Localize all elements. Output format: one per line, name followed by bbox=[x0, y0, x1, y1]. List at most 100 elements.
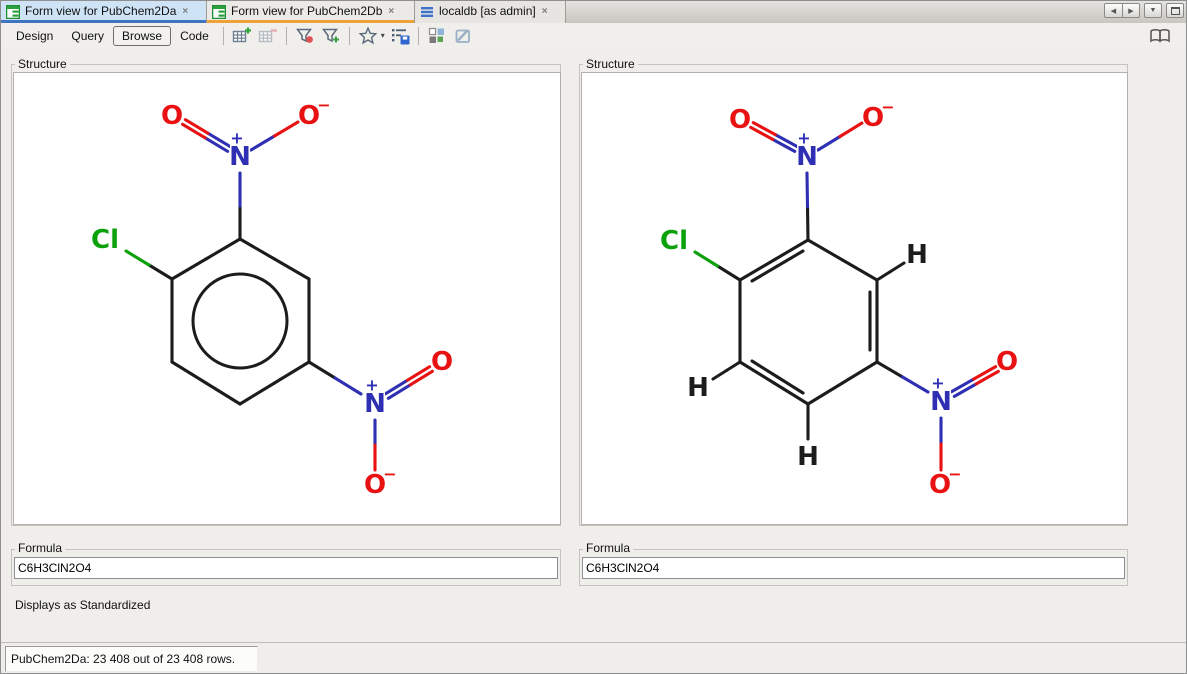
bond bbox=[240, 239, 275, 259]
favorites-dropdown-arrow[interactable]: ▾ bbox=[381, 31, 385, 40]
toolbar-separator bbox=[223, 27, 224, 45]
toolbar-separator bbox=[418, 27, 419, 45]
tab-bar: Form view for PubChem2Da × Form view for… bbox=[1, 1, 1186, 23]
atom-charge: − bbox=[881, 98, 894, 117]
favorites-star-icon[interactable] bbox=[358, 26, 378, 46]
atom-charge: + bbox=[365, 376, 378, 395]
edit-in-window-icon[interactable] bbox=[453, 26, 473, 46]
tab-close-icon[interactable]: × bbox=[542, 6, 548, 17]
open-book-icon[interactable] bbox=[1148, 27, 1172, 45]
atom-label: H bbox=[687, 373, 709, 403]
bond bbox=[877, 272, 891, 281]
tab-label: Form view for PubChem2Db bbox=[231, 4, 382, 18]
atom-charge: − bbox=[383, 465, 396, 484]
bond bbox=[818, 137, 840, 151]
bond bbox=[149, 265, 172, 279]
filter-active-icon[interactable] bbox=[295, 26, 315, 46]
bond bbox=[903, 377, 929, 392]
atom-label: Cl bbox=[660, 226, 688, 256]
bond bbox=[275, 259, 310, 279]
atom-label: Cl bbox=[91, 225, 119, 255]
bond bbox=[840, 123, 862, 137]
bond bbox=[126, 251, 149, 265]
maximize-panel-button[interactable] bbox=[1166, 3, 1184, 18]
bond bbox=[807, 173, 808, 207]
bond bbox=[752, 361, 778, 377]
tab-label: localdb [as admin] bbox=[439, 4, 536, 18]
prev-tab-button[interactable]: ◀ bbox=[1104, 3, 1122, 18]
formula-field-left[interactable] bbox=[14, 557, 558, 579]
form-toolbar: Design Query Browse Code bbox=[1, 23, 1186, 48]
atom-charge: − bbox=[948, 465, 961, 484]
app-window: Form view for PubChem2Da × Form view for… bbox=[0, 0, 1187, 674]
atom-label: O bbox=[431, 347, 453, 377]
molecule-drawing-right: ClN+OO−N+OO−HHH bbox=[582, 73, 1127, 524]
atom-label: H bbox=[906, 240, 928, 270]
database-connection-icon bbox=[420, 6, 434, 18]
tab-close-icon[interactable]: × bbox=[388, 6, 394, 17]
chevron-down-icon: ▼ bbox=[1150, 7, 1157, 14]
tab-form-view-pubchem2da[interactable]: Form view for PubChem2Da × bbox=[1, 1, 207, 23]
browse-mode-button[interactable]: Browse bbox=[113, 26, 171, 46]
bond bbox=[808, 240, 843, 260]
add-record-icon[interactable] bbox=[232, 26, 252, 46]
bond bbox=[778, 377, 804, 393]
next-tab-button[interactable]: ▶ bbox=[1122, 3, 1140, 18]
structure-group-label: Structure bbox=[15, 58, 70, 70]
bond bbox=[751, 127, 773, 139]
design-mode-button[interactable]: Design bbox=[7, 26, 62, 46]
bond bbox=[718, 266, 741, 280]
bond bbox=[952, 379, 974, 392]
molecule-drawing-left: ClN+OO−N+OO− bbox=[14, 73, 560, 524]
bond bbox=[808, 383, 843, 404]
display-mode-note: Displays as Standardized bbox=[15, 598, 150, 612]
query-mode-button[interactable]: Query bbox=[62, 26, 113, 46]
bond bbox=[335, 378, 361, 394]
delete-record-icon[interactable] bbox=[258, 26, 278, 46]
structure-canvas-right[interactable]: ClN+OO−N+OO−HHH bbox=[581, 72, 1128, 525]
tab-close-icon[interactable]: × bbox=[182, 6, 188, 17]
atom-label: O bbox=[996, 347, 1018, 377]
structure-canvas-left[interactable]: ClN+OO−N+OO− bbox=[13, 72, 561, 525]
tab-localdb[interactable]: localdb [as admin] × bbox=[415, 1, 566, 23]
bond bbox=[172, 259, 206, 279]
status-bar: PubChem2Da: 23 408 out of 23 408 rows. bbox=[1, 642, 1186, 674]
bond bbox=[275, 362, 310, 383]
aromatic-ring-circle bbox=[193, 274, 287, 368]
toolbar-separator bbox=[349, 27, 350, 45]
atom-charge: + bbox=[230, 129, 243, 148]
bond bbox=[891, 263, 905, 272]
formula-group-label: Formula bbox=[583, 542, 633, 554]
bond bbox=[206, 239, 240, 259]
bond bbox=[309, 362, 335, 378]
bond bbox=[954, 384, 976, 397]
bond bbox=[808, 207, 809, 241]
bond bbox=[775, 135, 797, 147]
tab-list-dropdown-button[interactable]: ▼ bbox=[1144, 3, 1162, 18]
bond bbox=[713, 371, 727, 380]
tab-form-view-pubchem2db[interactable]: Form view for PubChem2Db × bbox=[207, 1, 415, 23]
bond bbox=[843, 362, 878, 383]
formula-field-right[interactable] bbox=[582, 557, 1125, 579]
atom-label: O bbox=[729, 105, 751, 135]
atom-label: O bbox=[161, 101, 183, 131]
atom-charge: + bbox=[797, 129, 810, 148]
tab-label: Form view for PubChem2Da bbox=[25, 4, 176, 18]
add-filter-icon[interactable] bbox=[321, 26, 341, 46]
bond bbox=[206, 383, 240, 404]
bond bbox=[695, 252, 718, 266]
row-count-status: PubChem2Da: 23 408 out of 23 408 rows. bbox=[5, 646, 258, 672]
bond bbox=[752, 266, 778, 281]
code-mode-button[interactable]: Code bbox=[171, 26, 218, 46]
atom-label: H bbox=[797, 442, 819, 472]
maximize-icon bbox=[1171, 7, 1180, 15]
bond bbox=[275, 122, 299, 136]
save-record-set-icon[interactable] bbox=[390, 26, 410, 46]
bond bbox=[753, 123, 775, 135]
tab-navigation-controls: ◀ ▶ ▼ bbox=[1104, 1, 1186, 23]
form-view-icon bbox=[212, 5, 226, 19]
bond bbox=[843, 260, 878, 280]
layout-panels-icon[interactable] bbox=[427, 26, 447, 46]
form-view-icon bbox=[6, 5, 20, 19]
bond bbox=[877, 362, 903, 377]
